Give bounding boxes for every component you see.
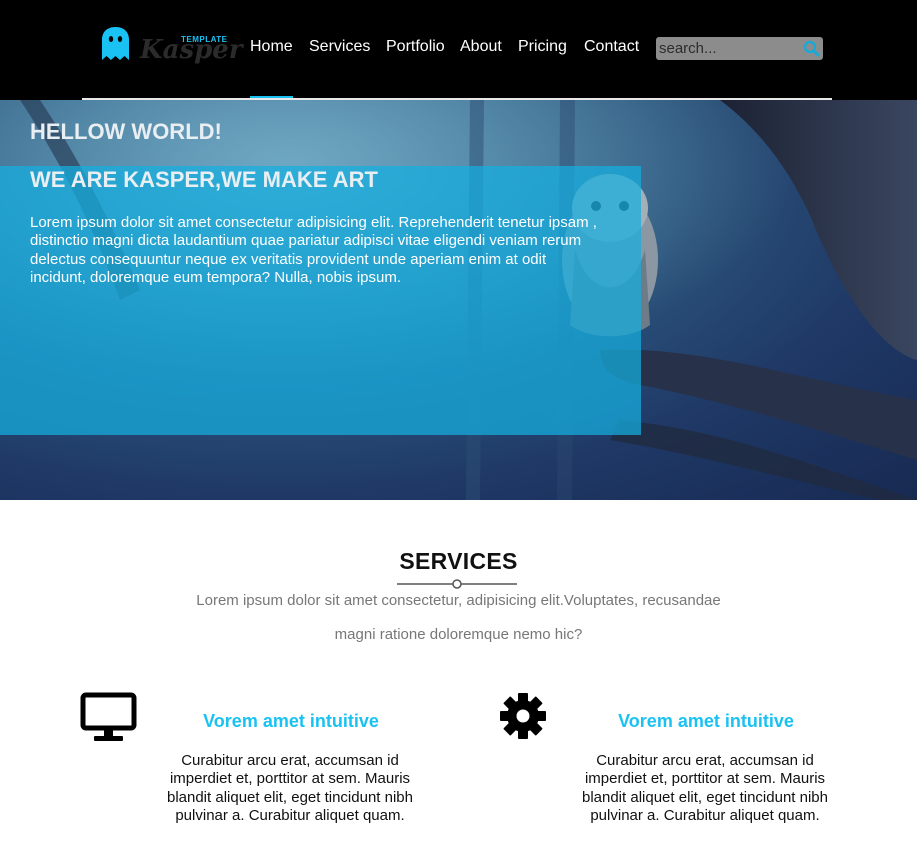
- nav-item-about[interactable]: About: [460, 38, 502, 56]
- nav-item-services[interactable]: Services: [309, 38, 370, 56]
- search-input[interactable]: [658, 39, 798, 58]
- search-icon[interactable]: [803, 40, 820, 57]
- logo-tagline: TEMPLATE: [181, 35, 228, 44]
- nav-item-pricing[interactable]: Pricing: [518, 38, 567, 56]
- logo[interactable]: Kasper TEMPLATE: [100, 24, 243, 66]
- hero-section: [0, 100, 917, 500]
- nav-item-contact[interactable]: Contact: [584, 38, 639, 56]
- hero-overlay-panel: [0, 166, 641, 435]
- search-box: [656, 37, 823, 60]
- desktop-icon: [80, 692, 137, 741]
- service-card-text: Curabitur arcu erat, accumsan id imperdi…: [166, 752, 413, 824]
- hero-subheading: WE ARE KASPER,WE MAKE ART: [30, 167, 378, 192]
- nav-item-home[interactable]: Home: [250, 38, 293, 56]
- service-card-title: Vorem amet intuitive: [203, 711, 379, 731]
- gear-icon: [500, 693, 546, 739]
- hero-heading: HELLOW WORLD!: [30, 119, 222, 144]
- nav-item-portfolio[interactable]: Portfolio: [386, 38, 445, 56]
- hero-text: Lorem ipsum dolor sit amet consectetur a…: [30, 214, 597, 286]
- service-card-title: Vorem amet intuitive: [618, 711, 794, 731]
- services-subtitle-line2: magni ratione doloremque nemo hic?: [334, 626, 583, 643]
- ghost-logo-icon: [102, 27, 129, 60]
- services-subtitle-line1: Lorem ipsum dolor sit amet consectetur, …: [196, 592, 721, 609]
- services-title: SERVICES: [399, 548, 518, 574]
- service-card-text: Curabitur arcu erat, accumsan id imperdi…: [581, 752, 828, 824]
- title-divider: [397, 579, 517, 589]
- site-header: Kasper TEMPLATE Home Services Portfolio …: [0, 0, 917, 100]
